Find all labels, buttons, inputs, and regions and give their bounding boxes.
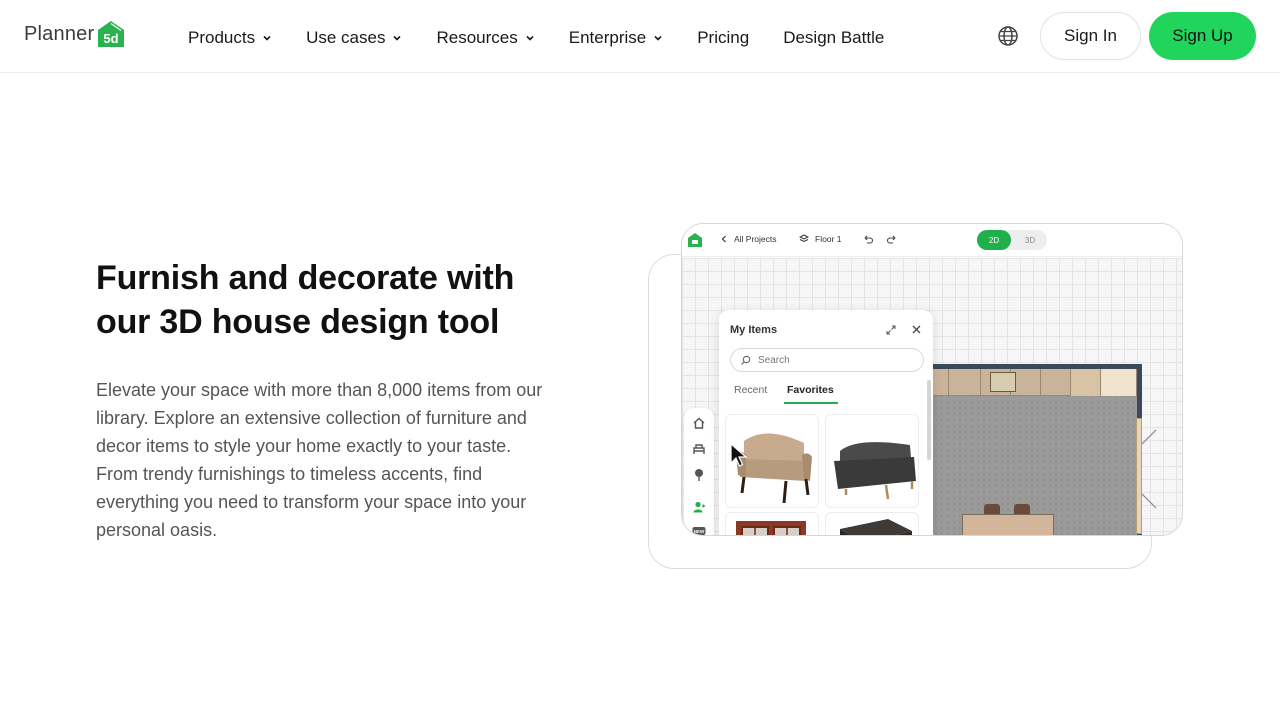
- main-nav: Products Use cases Resources Enterprise …: [188, 26, 918, 50]
- table-image: [840, 519, 912, 535]
- dining-chair: [1014, 504, 1030, 514]
- door-swing-icon: [1142, 429, 1157, 509]
- logo-mark-text: 5d: [104, 31, 119, 46]
- app-toolbar: All Projects Floor 1 2D 3D: [682, 224, 1182, 257]
- kitchen-counter: [927, 369, 1137, 396]
- floor-label: Floor 1: [815, 234, 842, 244]
- breadcrumb-label: All Projects: [734, 234, 777, 244]
- mouse-cursor-icon: [730, 443, 748, 467]
- furniture-icon[interactable]: [692, 442, 706, 456]
- undo-icon[interactable]: [862, 234, 874, 246]
- app-logo-icon: [688, 233, 702, 247]
- planner5d-logo[interactable]: Planner 5d: [24, 19, 126, 49]
- floor-plan-canvas[interactable]: NEW My Items Search Recent Favorites: [682, 258, 1182, 536]
- view-3d-button[interactable]: 3D: [1013, 230, 1047, 250]
- hero-body: Elevate your space with more than 8,000 …: [96, 380, 543, 540]
- tab-recent[interactable]: Recent: [734, 384, 767, 396]
- nav-pricing[interactable]: Pricing: [697, 28, 749, 48]
- globe-icon[interactable]: [996, 24, 1020, 48]
- counter-segment: [949, 369, 981, 396]
- nav-use-cases-label: Use cases: [306, 28, 386, 47]
- nav-products[interactable]: Products: [188, 28, 272, 48]
- counter-segment: [1041, 369, 1071, 396]
- hero-headline: Furnish and decorate with our 3D house d…: [96, 259, 515, 341]
- logo-house-icon: 5d: [96, 19, 126, 49]
- item-card-wooden-double-door[interactable]: [725, 512, 819, 535]
- nav-use-cases[interactable]: Use cases: [306, 28, 402, 48]
- nav-products-label: Products: [188, 28, 256, 47]
- nav-enterprise-label: Enterprise: [568, 28, 647, 47]
- counter-segment: [1101, 369, 1137, 396]
- view-toggle: 2D 3D: [977, 230, 1047, 250]
- plant-icon: [1102, 532, 1132, 536]
- item-card-dark-gray-sofa[interactable]: [825, 414, 919, 508]
- search-placeholder: Search: [758, 354, 790, 366]
- active-tab-indicator: [784, 402, 838, 404]
- dining-chair: [984, 504, 1000, 514]
- plant-icon[interactable]: [692, 468, 706, 482]
- tab-favorites[interactable]: Favorites: [787, 384, 834, 396]
- sofa-image: [834, 442, 916, 500]
- nav-pricing-label: Pricing: [697, 28, 750, 47]
- item-search-input[interactable]: Search: [730, 348, 924, 372]
- door-image: [736, 521, 806, 535]
- redo-icon[interactable]: [886, 234, 898, 246]
- logo-wordmark: Planner: [24, 22, 95, 45]
- nav-enterprise[interactable]: Enterprise: [569, 28, 663, 48]
- nav-design-battle-label: Design Battle: [783, 28, 885, 47]
- all-projects-link[interactable]: All Projects: [720, 234, 777, 244]
- layers-icon: [799, 234, 809, 243]
- svg-text:NEW: NEW: [694, 529, 705, 534]
- nav-design-battle[interactable]: Design Battle: [783, 28, 884, 48]
- tool-sidebar: NEW: [684, 408, 714, 536]
- close-icon[interactable]: [910, 323, 923, 336]
- my-items-panel: My Items Search Recent Favorites: [719, 310, 933, 535]
- nav-resources-label: Resources: [436, 28, 518, 47]
- app-preview: All Projects Floor 1 2D 3D NEW My Items …: [681, 223, 1183, 536]
- sign-up-button[interactable]: Sign Up: [1149, 12, 1256, 60]
- panel-title: My Items: [730, 324, 778, 336]
- dining-table: [962, 514, 1054, 535]
- view-2d-button[interactable]: 2D: [977, 230, 1011, 250]
- chevron-down-icon: [526, 35, 534, 41]
- chevron-left-icon: [721, 235, 726, 243]
- panel-scrollbar[interactable]: [927, 380, 931, 460]
- chevron-down-icon: [263, 35, 271, 41]
- sign-in-button[interactable]: Sign In: [1040, 12, 1141, 60]
- chevron-down-icon: [654, 35, 662, 41]
- item-card-marble-top-table[interactable]: [825, 512, 919, 535]
- search-icon: [741, 355, 751, 365]
- chevron-down-icon: [393, 35, 402, 41]
- floor-selector[interactable]: Floor 1: [799, 234, 841, 244]
- user-icon[interactable]: [692, 500, 706, 514]
- site-header: Planner 5d Products Use cases Resources …: [0, 0, 1280, 73]
- nav-resources[interactable]: Resources: [436, 28, 534, 48]
- kitchen-sink: [990, 372, 1016, 392]
- expand-icon[interactable]: [885, 324, 897, 336]
- home-icon[interactable]: [692, 416, 706, 430]
- counter-segment: [1071, 369, 1101, 396]
- new-icon[interactable]: NEW: [692, 524, 706, 536]
